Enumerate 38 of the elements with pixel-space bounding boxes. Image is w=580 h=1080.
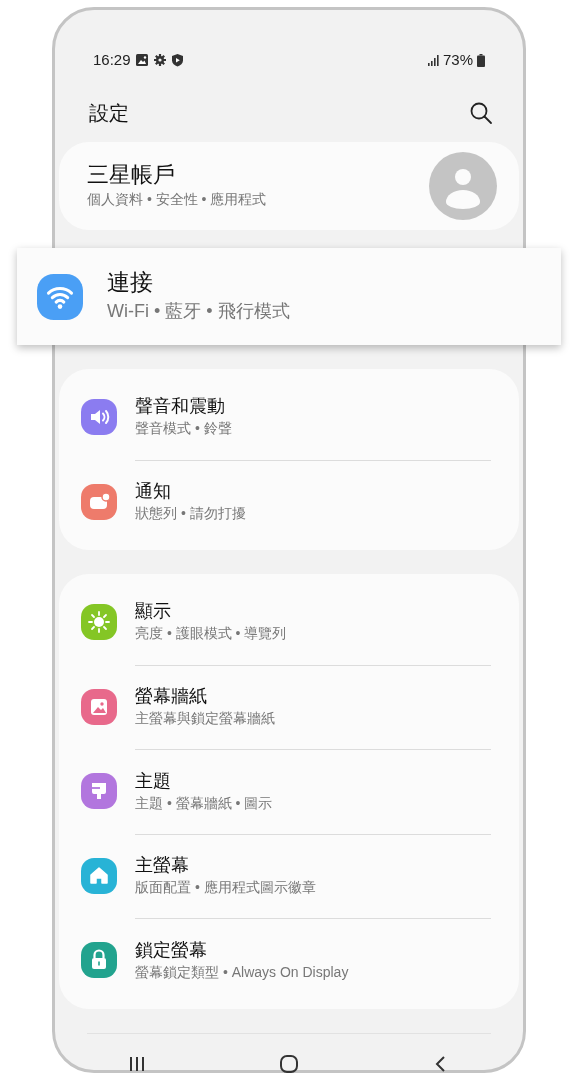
item-subtitle: 亮度 • 護眼模式 • 導覽列	[135, 624, 288, 644]
battery-percent: 73%	[442, 49, 473, 70]
item-subtitle: 螢幕鎖定類型 • Always On Display	[135, 962, 350, 982]
clock-time: 16:29	[93, 49, 131, 70]
item-title: 聲音和震動	[135, 395, 226, 419]
settings-item[interactable]: 聲音和震動 聲音模式 • 鈴聲	[59, 375, 519, 460]
item-subtitle: 主題 • 螢幕牆紙 • 圖示	[135, 793, 274, 813]
item-title: 主題	[135, 769, 172, 793]
settings-item[interactable]: 通知 狀態列 • 請勿打擾	[59, 459, 519, 544]
account-card[interactable]: 三星帳戶 個人資料 • 安全性 • 應用程式	[59, 142, 519, 230]
battery-icon	[477, 53, 485, 67]
item-subtitle: 主螢幕與鎖定螢幕牆紙	[135, 709, 276, 729]
item-subtitle: 狀態列 • 請勿打擾	[135, 504, 247, 524]
account-subtitle: 個人資料 • 安全性 • 應用程式	[87, 189, 267, 209]
page-title: 設定	[89, 101, 129, 126]
avatar-icon	[429, 152, 497, 220]
signal-icon	[426, 54, 439, 66]
account-name: 三星帳戶	[87, 162, 176, 189]
settings-item[interactable]: 螢幕牆紙 主螢幕與鎖定螢幕牆紙	[59, 664, 519, 749]
item-subtitle: 版面配置 • 應用程式圖示徽章	[135, 878, 317, 898]
item-title: 通知	[135, 480, 172, 504]
image-icon	[134, 53, 149, 67]
settings-item[interactable]: 鎖定螢幕 螢幕鎖定類型 • Always On Display	[59, 918, 519, 1003]
settings-item[interactable]: 主螢幕 版面配置 • 應用程式圖示徽章	[59, 833, 519, 918]
item-title: 主螢幕	[135, 854, 190, 878]
search-button[interactable]	[469, 100, 493, 126]
settings-item[interactable]: 主題 主題 • 螢幕牆紙 • 圖示	[59, 749, 519, 834]
search-icon	[469, 101, 493, 126]
shield-icon	[170, 53, 184, 67]
item-title: 顯示	[135, 600, 172, 624]
item-title: 螢幕牆紙	[135, 685, 208, 709]
item-subtitle: Wi-Fi • 藍牙 • 飛行模式	[107, 299, 290, 323]
settings-item[interactable]: 顯示 亮度 • 護眼模式 • 導覽列	[59, 580, 519, 665]
item-title: 連接	[107, 268, 154, 298]
settings-icon	[152, 53, 167, 67]
settings-item[interactable]: 連接 Wi-Fi • 藍牙 • 飛行模式	[17, 248, 561, 345]
item-subtitle: 聲音模式 • 鈴聲	[135, 419, 233, 439]
item-title: 鎖定螢幕	[135, 938, 208, 962]
